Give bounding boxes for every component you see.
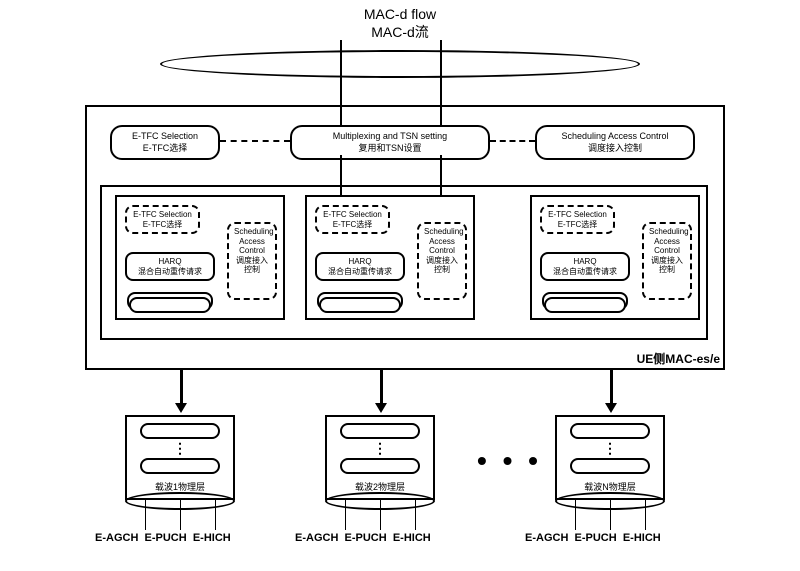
channel-labels-2: E-AGCH E-PUCH E-HICH — [295, 532, 431, 544]
multiplexing-box: Multiplexing and TSN setting 复用和TSN设置 — [290, 125, 490, 160]
chan-line — [610, 500, 611, 530]
chan-line — [345, 500, 346, 530]
chan-line — [180, 500, 181, 530]
arrow-head-1 — [175, 403, 187, 413]
phy-layer-n: ⋮ 载波N物理层 — [555, 415, 665, 500]
ue-side-label: UE侧MAC-es/e — [637, 350, 720, 367]
agch-label: E-AGCH — [525, 532, 568, 544]
connector-left — [220, 140, 290, 142]
scheduling-box: Scheduling Access Control 调度接入控制 — [535, 125, 695, 160]
harq-stack-2b — [319, 297, 401, 313]
phy-layer-2: ⋮ 载波2物理层 — [325, 415, 435, 500]
phy-dots: ⋮ — [327, 445, 433, 452]
carrier2-sched: Scheduling Access Control 调度接入控制 — [417, 222, 467, 300]
arrow-head-2 — [375, 403, 387, 413]
phy-slot — [340, 423, 420, 439]
harq-stack-nb — [544, 297, 626, 313]
title-zh: MAC-d流 — [0, 23, 800, 41]
hich-label: E-HICH — [623, 532, 661, 544]
carriern-harq: HARQ 混合自动重传请求 — [540, 252, 630, 281]
etfc-en: E-TFC Selection — [120, 131, 210, 141]
chan-line — [215, 500, 216, 530]
chan-line — [575, 500, 576, 530]
phy-slot — [570, 423, 650, 439]
title-en: MAC-d flow — [0, 5, 800, 23]
puch-label: E-PUCH — [345, 532, 387, 544]
channel-labels-1: E-AGCH E-PUCH E-HICH — [95, 532, 231, 544]
arrow-1 — [180, 370, 183, 405]
carrier-block-1: E-TFC Selection E-TFC选择 Scheduling Acces… — [115, 195, 285, 320]
puch-label: E-PUCH — [575, 532, 617, 544]
phy-layer-1: ⋮ 载波1物理层 — [125, 415, 235, 500]
diagram-title: MAC-d flow MAC-d流 — [0, 5, 800, 41]
top-ellipse — [160, 50, 640, 78]
phy-slot — [140, 458, 220, 474]
arrow-head-3 — [605, 403, 617, 413]
sched-zh: 调度接入控制 — [545, 141, 685, 154]
agch-label: E-AGCH — [95, 532, 138, 544]
chan-line — [415, 500, 416, 530]
phy-slot — [140, 423, 220, 439]
chan-line — [380, 500, 381, 530]
phy-dots: ⋮ — [557, 445, 663, 452]
carrier-block-2: E-TFC Selection E-TFC选择 Scheduling Acces… — [305, 195, 475, 320]
chan-line — [645, 500, 646, 530]
phy-slot — [340, 458, 420, 474]
phy-dots: ⋮ — [127, 445, 233, 452]
hich-label: E-HICH — [393, 532, 431, 544]
harq-stack-1b — [129, 297, 211, 313]
ellipsis-dots: • • • — [477, 445, 542, 477]
mux-en: Multiplexing and TSN setting — [300, 131, 480, 141]
puch-label: E-PUCH — [145, 532, 187, 544]
mux-zh: 复用和TSN设置 — [300, 141, 480, 154]
carrier-block-n: E-TFC Selection E-TFC选择 Scheduling Acces… — [530, 195, 700, 320]
carrier1-sched: Scheduling Access Control 调度接入控制 — [227, 222, 277, 300]
carrier1-etfc: E-TFC Selection E-TFC选择 — [125, 205, 200, 234]
carrier2-harq: HARQ 混合自动重传请求 — [315, 252, 405, 281]
carrier2-etfc: E-TFC Selection E-TFC选择 — [315, 205, 390, 234]
phy-slot — [570, 458, 650, 474]
agch-label: E-AGCH — [295, 532, 338, 544]
arrow-3 — [610, 370, 613, 405]
channel-labels-3: E-AGCH E-PUCH E-HICH — [525, 532, 661, 544]
carrier1-harq: HARQ 混合自动重传请求 — [125, 252, 215, 281]
etfc-selection-box: E-TFC Selection E-TFC选择 — [110, 125, 220, 160]
chan-line — [145, 500, 146, 530]
carriern-etfc: E-TFC Selection E-TFC选择 — [540, 205, 615, 234]
carriern-sched: Scheduling Access Control 调度接入控制 — [642, 222, 692, 300]
sched-en: Scheduling Access Control — [545, 131, 685, 141]
arrow-2 — [380, 370, 383, 405]
connector-right — [490, 140, 535, 142]
etfc-zh: E-TFC选择 — [120, 141, 210, 154]
hich-label: E-HICH — [193, 532, 231, 544]
